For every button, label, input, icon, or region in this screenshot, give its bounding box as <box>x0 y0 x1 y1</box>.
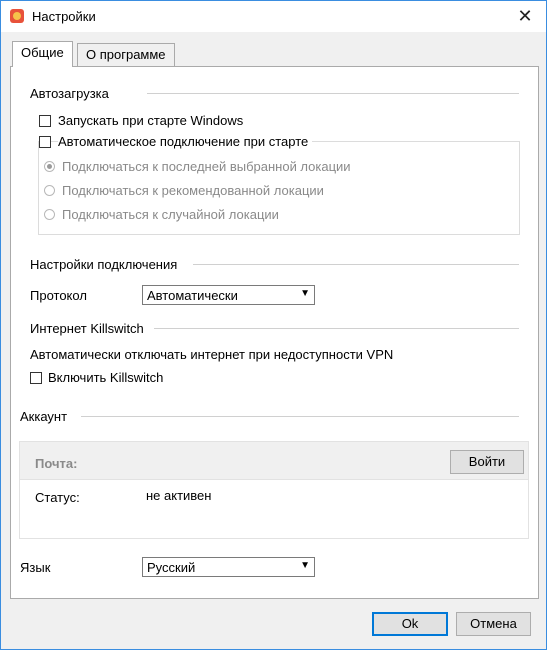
autostart-section-title: Автозагрузка <box>30 86 109 101</box>
start-with-windows-label[interactable]: Запускать при старте Windows <box>58 113 243 128</box>
connection-section-title: Настройки подключения <box>30 257 178 272</box>
status-value: не активен <box>146 488 212 503</box>
auto-connect-checkbox[interactable] <box>39 136 51 148</box>
protocol-select-value: Автоматически <box>147 288 238 303</box>
app-icon <box>10 9 24 23</box>
killswitch-section-title: Интернет Killswitch <box>30 321 144 336</box>
window-title: Настройки <box>32 9 96 24</box>
protocol-label: Протокол <box>30 288 87 303</box>
connection-divider <box>193 264 519 265</box>
settings-window: Настройки ✕ О программе Общие Автозагруз… <box>0 0 547 650</box>
account-header: Почта: Войти <box>20 442 528 480</box>
language-label: Язык <box>20 560 51 575</box>
killswitch-divider <box>154 328 519 329</box>
protocol-select[interactable]: Автоматически ▼ <box>142 285 315 305</box>
start-with-windows-checkbox[interactable] <box>39 115 51 127</box>
cancel-button[interactable]: Отмена <box>456 612 531 636</box>
radio-recommended-location-label[interactable]: Подключаться к рекомендованной локации <box>62 183 324 198</box>
ok-button[interactable]: Ok <box>372 612 448 636</box>
radio-random-location[interactable] <box>44 209 55 220</box>
account-divider <box>81 416 519 417</box>
account-box: Почта: Войти Статус: не активен <box>19 441 529 539</box>
killswitch-checkbox[interactable] <box>30 372 42 384</box>
radio-recommended-location[interactable] <box>44 185 55 196</box>
radio-last-location-label[interactable]: Подключаться к последней выбранной локац… <box>62 159 351 174</box>
autostart-divider <box>147 93 519 94</box>
account-section-title: Аккаунт <box>20 409 68 424</box>
killswitch-label[interactable]: Включить Killswitch <box>48 370 163 385</box>
language-select-value: Русский <box>147 560 196 575</box>
tab-general[interactable]: Общие <box>12 41 73 67</box>
chevron-down-icon: ▼ <box>300 560 310 571</box>
email-label: Почта: <box>35 456 78 471</box>
radio-last-location[interactable] <box>44 161 55 172</box>
tab-about[interactable]: О программе <box>77 43 175 67</box>
login-button[interactable]: Войти <box>450 450 524 474</box>
chevron-down-icon: ▼ <box>300 288 310 299</box>
title-bar[interactable]: Настройки ✕ <box>1 1 546 32</box>
status-label: Статус: <box>35 490 80 505</box>
language-select[interactable]: Русский ▼ <box>142 557 315 577</box>
radio-random-location-label[interactable]: Подключаться к случайной локации <box>62 207 279 222</box>
auto-connect-label[interactable]: Автоматическое подключение при старте <box>58 134 313 149</box>
killswitch-description: Автоматически отключать интернет при нед… <box>30 347 394 362</box>
close-icon[interactable]: ✕ <box>512 5 538 27</box>
